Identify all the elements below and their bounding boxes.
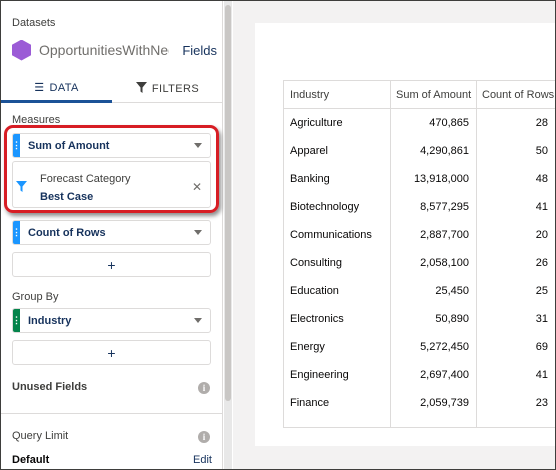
table-row: Banking 13,918,000 48	[284, 165, 555, 193]
filter-funnel-icon	[135, 82, 147, 96]
cell-sum-of-amount: 2,058,100	[420, 257, 469, 269]
dataset-hexagon-icon	[12, 39, 31, 61]
query-panel: Datasets OpportunitiesWithNega... Fields…	[1, 1, 223, 469]
table-row: Biotechnology 8,577,295 41	[284, 193, 555, 221]
cell-industry: Consulting	[290, 257, 342, 269]
cell-industry: Finance	[290, 397, 330, 409]
cell-sum-of-amount: 5,272,450	[420, 341, 469, 353]
divider	[1, 413, 222, 414]
cell-count-of-rows: 41	[535, 201, 548, 213]
cell-count-of-rows: 48	[535, 173, 548, 185]
column-header-sum-of-amount[interactable]: Sum of Amount	[390, 81, 476, 109]
cell-industry: Agriculture	[290, 117, 343, 129]
query-limit-label: Query Limit	[12, 430, 69, 442]
table-row: Consulting 2,058,100 26	[284, 249, 555, 277]
cell-sum-of-amount: 13,918,000	[413, 173, 469, 185]
cell-industry: Electronics	[290, 313, 344, 325]
cell-sum-of-amount: 470,865	[429, 117, 469, 129]
drag-handle-icon[interactable]: ⋮	[12, 221, 21, 244]
panel-scrollbar[interactable]	[224, 1, 232, 469]
add-group-button[interactable]: +	[12, 340, 211, 365]
cell-count-of-rows: 69	[535, 341, 548, 353]
measures-label: Measures	[12, 114, 61, 126]
group-by-field-label: Industry	[28, 314, 72, 327]
query-limit-value: Default	[12, 454, 50, 466]
chevron-down-icon[interactable]	[194, 143, 202, 148]
cell-count-of-rows: 20	[535, 229, 548, 241]
cell-count-of-rows: 50	[535, 145, 548, 157]
cell-sum-of-amount: 8,577,295	[420, 201, 469, 213]
info-icon[interactable]: i	[198, 382, 210, 394]
scrollbar-thumb[interactable]	[225, 5, 231, 401]
cell-sum-of-amount: 4,290,861	[420, 145, 469, 157]
cell-count-of-rows: 23	[535, 397, 548, 409]
close-icon[interactable]: ✕	[192, 180, 202, 194]
table-row: Electronics 50,890 31	[284, 305, 555, 333]
cell-industry: Apparel	[290, 145, 328, 157]
tab-filters[interactable]: FILTERS	[112, 75, 222, 103]
panel-tabs: ☰ DATA FILTERS	[1, 75, 222, 103]
filter-funnel-icon	[16, 181, 27, 192]
table-row: Apparel 4,290,861 50	[284, 137, 555, 165]
cell-sum-of-amount: 2,059,739	[420, 397, 469, 409]
measure-pill-count-of-rows[interactable]: ⋮ Count of Rows	[12, 220, 211, 245]
table-row: Engineering 2,697,400 41	[284, 361, 555, 389]
filter-value: Best Case	[40, 191, 94, 203]
add-measure-button[interactable]: +	[12, 252, 211, 277]
measure-pill-sum-of-amount[interactable]: ⋮ Sum of Amount	[12, 133, 211, 158]
chevron-down-icon[interactable]	[194, 318, 202, 323]
tab-data[interactable]: ☰ DATA	[1, 75, 112, 103]
table-row: Education 25,450 25	[284, 277, 555, 305]
cell-industry: Banking	[290, 173, 330, 185]
dataset-row: OpportunitiesWithNega... Fields	[12, 38, 217, 62]
cell-industry: Engineering	[290, 369, 349, 381]
cell-sum-of-amount: 2,887,700	[420, 229, 469, 241]
cell-sum-of-amount: 50,890	[435, 313, 469, 325]
fields-link[interactable]: Fields	[182, 43, 217, 58]
table-header: Industry Sum of Amount Count of Rows	[284, 81, 555, 109]
cell-count-of-rows: 31	[535, 313, 548, 325]
table-row: Energy 5,272,450 69	[284, 333, 555, 361]
info-icon[interactable]: i	[198, 431, 210, 443]
results-table: Industry Sum of Amount Count of Rows Agr…	[283, 80, 555, 428]
preview-area: Industry Sum of Amount Count of Rows Agr…	[233, 1, 555, 469]
drag-handle-icon[interactable]: ⋮	[12, 309, 21, 332]
cell-industry: Communications	[290, 229, 372, 241]
edit-query-limit-link[interactable]: Edit	[193, 454, 212, 466]
column-header-industry[interactable]: Industry	[284, 81, 390, 109]
column-header-count-of-rows[interactable]: Count of Rows	[476, 81, 555, 109]
measure-filter-card[interactable]: Forecast Category Best Case ✕	[12, 161, 211, 208]
filter-field-label: Forecast Category	[40, 173, 131, 185]
cell-count-of-rows: 25	[535, 285, 548, 297]
preview-canvas: Industry Sum of Amount Count of Rows Agr…	[255, 23, 555, 446]
tab-data-label: DATA	[49, 81, 79, 94]
measure-label: Count of Rows	[28, 226, 106, 239]
cell-count-of-rows: 28	[535, 117, 548, 129]
chevron-down-icon[interactable]	[194, 230, 202, 235]
table-row: Agriculture 470,865 28	[284, 109, 555, 137]
datasets-label: Datasets	[12, 17, 56, 29]
table-row: Finance 2,059,739 23	[284, 389, 555, 417]
dataset-name: OpportunitiesWithNega...	[39, 42, 169, 58]
group-by-pill-industry[interactable]: ⋮ Industry	[12, 308, 211, 333]
cell-industry: Education	[290, 285, 339, 297]
tab-filters-label: FILTERS	[151, 83, 200, 95]
cell-industry: Biotechnology	[290, 201, 360, 213]
table-row: Communications 2,887,700 20	[284, 221, 555, 249]
cell-sum-of-amount: 2,697,400	[420, 369, 469, 381]
list-icon: ☰	[34, 82, 45, 94]
group-by-label: Group By	[12, 291, 59, 303]
unused-fields-label: Unused Fields	[12, 381, 88, 393]
cell-count-of-rows: 41	[535, 369, 548, 381]
measure-label: Sum of Amount	[28, 139, 110, 152]
drag-handle-icon[interactable]: ⋮	[12, 134, 21, 157]
cell-count-of-rows: 26	[535, 257, 548, 269]
cell-industry: Energy	[290, 341, 325, 353]
cell-sum-of-amount: 25,450	[435, 285, 469, 297]
